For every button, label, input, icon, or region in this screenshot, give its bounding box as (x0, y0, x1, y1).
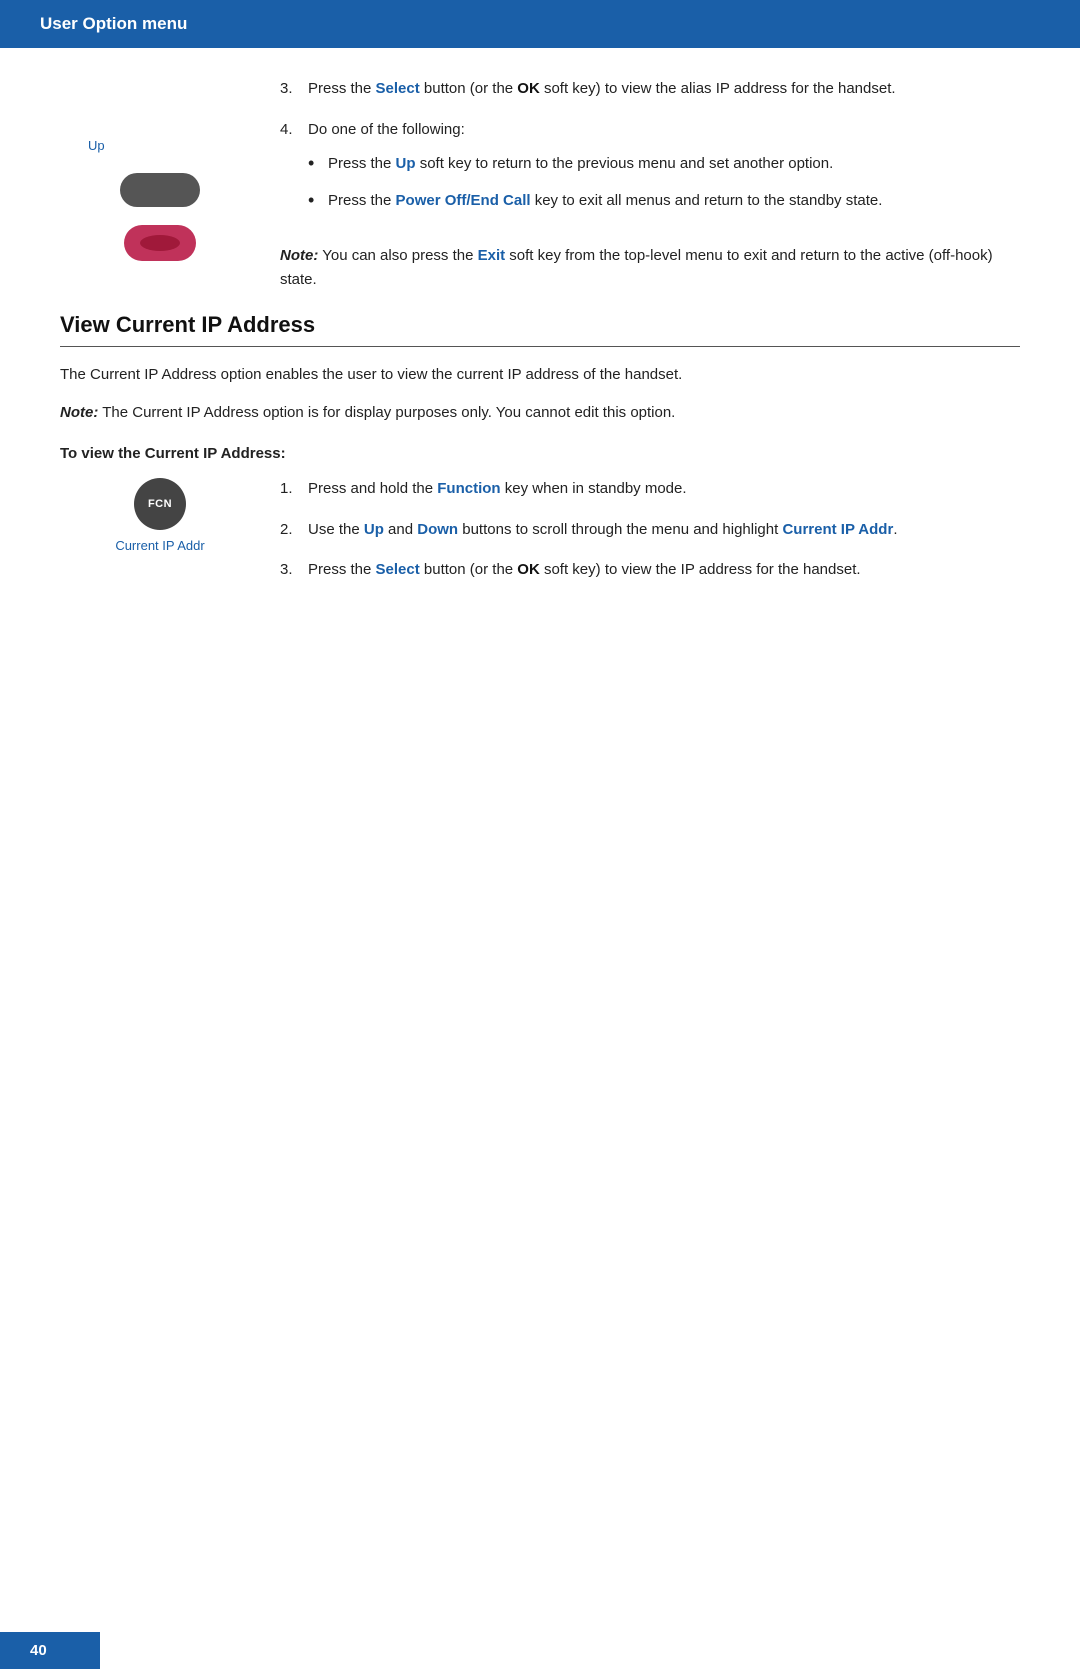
step-4: 4. Do one of the following: • Press the … (280, 119, 1020, 227)
top-note: Note: You can also press the Exit soft k… (280, 244, 1020, 292)
bullet2-text: Press the Power Off/End Call key to exit… (328, 190, 1020, 213)
top-note-exit: Exit (478, 247, 506, 264)
bottom-step-2: 2. Use the Up and Down buttons to scroll… (280, 519, 1020, 542)
bullet1-dot: • (308, 153, 328, 176)
section-note-text: The Current IP Address option is for dis… (98, 404, 675, 421)
bullet-2: • Press the Power Off/End Call key to ex… (308, 190, 1020, 213)
bullets-list: • Press the Up soft key to return to the… (308, 153, 1020, 212)
fcn-button-image: FCN (134, 478, 186, 530)
steps-list: 3. Press the Select button (or the OK so… (280, 78, 1020, 226)
header-bar: User Option menu (0, 0, 1080, 48)
bstep2-down: Down (417, 521, 458, 538)
end-call-button-image (124, 225, 196, 261)
bullet1-text: Press the Up soft key to return to the p… (328, 153, 1020, 176)
bstep2-up: Up (364, 521, 384, 538)
step3-ok: OK (517, 80, 540, 97)
section-divider (60, 346, 1020, 347)
bullet2-power: Power Off/End Call (396, 192, 531, 209)
bstep2-num: 2. (280, 519, 308, 542)
bottom-steps-list: 1. Press and hold the Function key when … (280, 478, 1020, 582)
bottom-step-1: 1. Press and hold the Function key when … (280, 478, 1020, 501)
step3-text: Press the Select button (or the OK soft … (308, 78, 1020, 101)
step4-num: 4. (280, 119, 308, 227)
up-button-image (120, 173, 200, 207)
top-section: Up 3. Press the Select button (or the OK… (60, 78, 1020, 292)
bstep1-text: Press and hold the Function key when in … (308, 478, 1020, 501)
bullet2-before: Press the (328, 192, 396, 209)
end-call-inner (140, 235, 180, 251)
bullet1-up: Up (396, 155, 416, 172)
main-content: Up 3. Press the Select button (or the OK… (0, 48, 1080, 660)
section-note-label: Note: (60, 404, 98, 421)
page-number: 40 (30, 1642, 47, 1659)
bstep3-num: 3. (280, 559, 308, 582)
step3-num: 3. (280, 78, 308, 101)
fcn-label: FCN (148, 498, 172, 510)
bullet1-before: Press the (328, 155, 396, 172)
current-ip-label: Current IP Addr (115, 538, 204, 553)
bullet1-after: soft key to return to the previous menu … (416, 155, 834, 172)
bstep2-current-ip: Current IP Addr (782, 521, 893, 538)
section-desc: The Current IP Address option enables th… (60, 363, 1020, 387)
up-label: Up (88, 138, 105, 153)
bstep1-function: Function (437, 480, 500, 497)
bstep1-num: 1. (280, 478, 308, 501)
bstep2-text: Use the Up and Down buttons to scroll th… (308, 519, 1020, 542)
bstep3-select: Select (376, 561, 420, 578)
step4-text: Do one of the following: • Press the Up … (308, 119, 1020, 227)
bottom-section: FCN Current IP Addr 1. Press and hold th… (60, 478, 1020, 600)
bottom-left-images: FCN Current IP Addr (60, 478, 260, 600)
bullet-1: • Press the Up soft key to return to the… (308, 153, 1020, 176)
top-note-label: Note: (280, 247, 318, 264)
header-title: User Option menu (40, 14, 187, 33)
page-footer: 40 (0, 1632, 100, 1669)
bottom-step-3: 3. Press the Select button (or the OK so… (280, 559, 1020, 582)
left-images: Up (60, 78, 260, 292)
step3-text-before: Press the (308, 80, 376, 97)
bstep3-text: Press the Select button (or the OK soft … (308, 559, 1020, 582)
bullet2-dot: • (308, 190, 328, 213)
bullet2-after: key to exit all menus and return to the … (531, 192, 883, 209)
top-note-text-before: You can also press the (318, 247, 477, 264)
section-heading: View Current IP Address (60, 312, 1020, 338)
step3-text-after: soft key) to view the alias IP address f… (540, 80, 896, 97)
step-3: 3. Press the Select button (or the OK so… (280, 78, 1020, 101)
step3-text-mid: button (or the (420, 80, 518, 97)
bstep3-ok: OK (517, 561, 540, 578)
bottom-right-steps: 1. Press and hold the Function key when … (260, 478, 1020, 600)
right-text: 3. Press the Select button (or the OK so… (260, 78, 1020, 292)
to-view-heading: To view the Current IP Address: (60, 445, 1020, 462)
step3-select: Select (376, 80, 420, 97)
section-note: Note: The Current IP Address option is f… (60, 401, 1020, 425)
